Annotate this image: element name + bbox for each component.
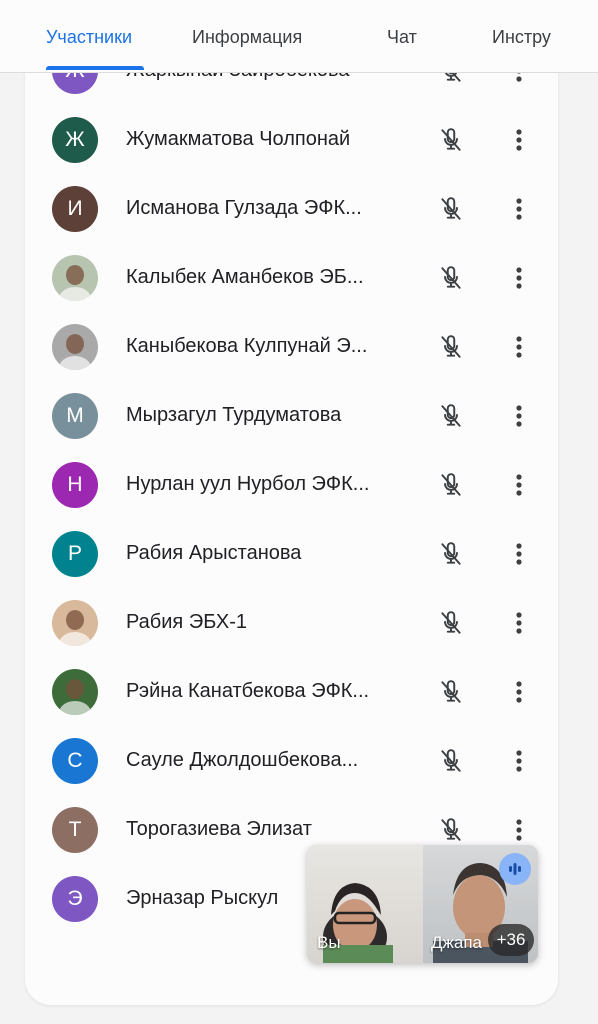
- more-options-icon[interactable]: [508, 127, 530, 153]
- mic-off-icon[interactable]: [438, 541, 464, 567]
- tab-chat[interactable]: Чат: [387, 27, 417, 48]
- participant-name: Сауле Джолдошбекова...: [126, 749, 359, 771]
- mic-off-icon[interactable]: [438, 334, 464, 360]
- participant-avatar: С: [52, 738, 98, 784]
- participant-avatar: [52, 600, 98, 646]
- mic-off-icon[interactable]: [438, 679, 464, 705]
- participant-avatar: [52, 324, 98, 370]
- more-options-icon[interactable]: [508, 610, 530, 636]
- tab-participants[interactable]: Участники: [46, 27, 132, 48]
- participant-name: Мырзагул Турдуматова: [126, 404, 342, 426]
- more-options-icon[interactable]: [508, 472, 530, 498]
- participant-name: Торогазиева Элизат: [126, 818, 312, 840]
- mic-off-icon[interactable]: [438, 403, 464, 429]
- participant-name: Нурлан уул Нурбол ЭФК...: [126, 473, 370, 495]
- participant-avatar: М: [52, 393, 98, 439]
- participant-avatar: Н: [52, 462, 98, 508]
- participant-row[interactable]: И Исманова Гулзада ЭФК...: [0, 175, 598, 244]
- participant-row[interactable]: М Мырзагул Турдуматова: [0, 382, 598, 451]
- mic-off-icon[interactable]: [438, 472, 464, 498]
- avatar-initial: Ж: [65, 128, 85, 151]
- avatar-initial: Т: [68, 818, 82, 841]
- tab-bar: Участники Информация Чат Инстру: [0, 0, 598, 73]
- avatar-initial: Р: [67, 542, 82, 565]
- mic-off-icon[interactable]: [438, 610, 464, 636]
- avatar-initial: И: [67, 197, 83, 220]
- participant-avatar: И: [52, 186, 98, 232]
- more-options-icon[interactable]: [508, 541, 530, 567]
- more-options-icon[interactable]: [508, 748, 530, 774]
- participant-avatar: Р: [52, 531, 98, 577]
- participant-row[interactable]: Каныбекова Кулпунай Э...: [0, 313, 598, 382]
- mic-off-icon[interactable]: [438, 748, 464, 774]
- self-video-label: Вы: [317, 933, 341, 952]
- more-options-icon[interactable]: [508, 265, 530, 291]
- participant-avatar: [52, 669, 98, 715]
- participant-name: Рэйна Канатбекова ЭФК...: [126, 680, 370, 702]
- more-participants-badge[interactable]: +36: [488, 924, 534, 956]
- more-options-icon[interactable]: [508, 679, 530, 705]
- more-options-icon[interactable]: [508, 196, 530, 222]
- participant-name: Исманова Гулзада ЭФК...: [126, 197, 362, 219]
- avatar-initial: С: [67, 749, 83, 772]
- avatar-initial: Э: [67, 887, 83, 910]
- self-video-tile[interactable]: Вы: [307, 845, 423, 963]
- tab-tools[interactable]: Инстру: [492, 27, 551, 48]
- tab-info[interactable]: Информация: [192, 27, 302, 48]
- mic-off-icon[interactable]: [438, 127, 464, 153]
- participant-avatar: Э: [52, 876, 98, 922]
- speaking-indicator-icon: [499, 853, 531, 885]
- participant-row[interactable]: Р Рабия Арыстанова: [0, 520, 598, 589]
- mic-off-icon[interactable]: [438, 196, 464, 222]
- participant-name: Рабия ЭБХ-1: [126, 611, 247, 633]
- participant-row[interactable]: Ж Жумакматова Чолпонай: [0, 106, 598, 175]
- participant-row[interactable]: Н Нурлан уул Нурбол ЭФК...: [0, 451, 598, 520]
- participant-row[interactable]: Рэйна Канатбекова ЭФК...: [0, 658, 598, 727]
- more-options-icon[interactable]: [508, 817, 530, 843]
- mic-off-icon[interactable]: [438, 817, 464, 843]
- more-options-icon[interactable]: [508, 403, 530, 429]
- participant-name: Рабия Арыстанова: [126, 542, 302, 564]
- participant-avatar: Т: [52, 807, 98, 853]
- avatar-initial: Н: [67, 473, 83, 496]
- participant-name: Каныбекова Кулпунай Э...: [126, 335, 368, 357]
- more-options-icon[interactable]: [508, 334, 530, 360]
- participant-row[interactable]: Рабия ЭБХ-1: [0, 589, 598, 658]
- participant-row[interactable]: С Сауле Джолдошбекова...: [0, 727, 598, 796]
- participant-name: Жумакматова Чолпонай: [126, 128, 351, 150]
- speaker-video-label: Джапа: [431, 933, 482, 952]
- active-tab-indicator: [46, 66, 144, 70]
- avatar-initial: М: [66, 404, 84, 427]
- participant-name: Калыбек Аманбеков ЭБ...: [126, 266, 364, 288]
- participant-row[interactable]: Калыбек Аманбеков ЭБ...: [0, 244, 598, 313]
- participant-avatar: Ж: [52, 117, 98, 163]
- participant-avatar: [52, 255, 98, 301]
- mic-off-icon[interactable]: [438, 265, 464, 291]
